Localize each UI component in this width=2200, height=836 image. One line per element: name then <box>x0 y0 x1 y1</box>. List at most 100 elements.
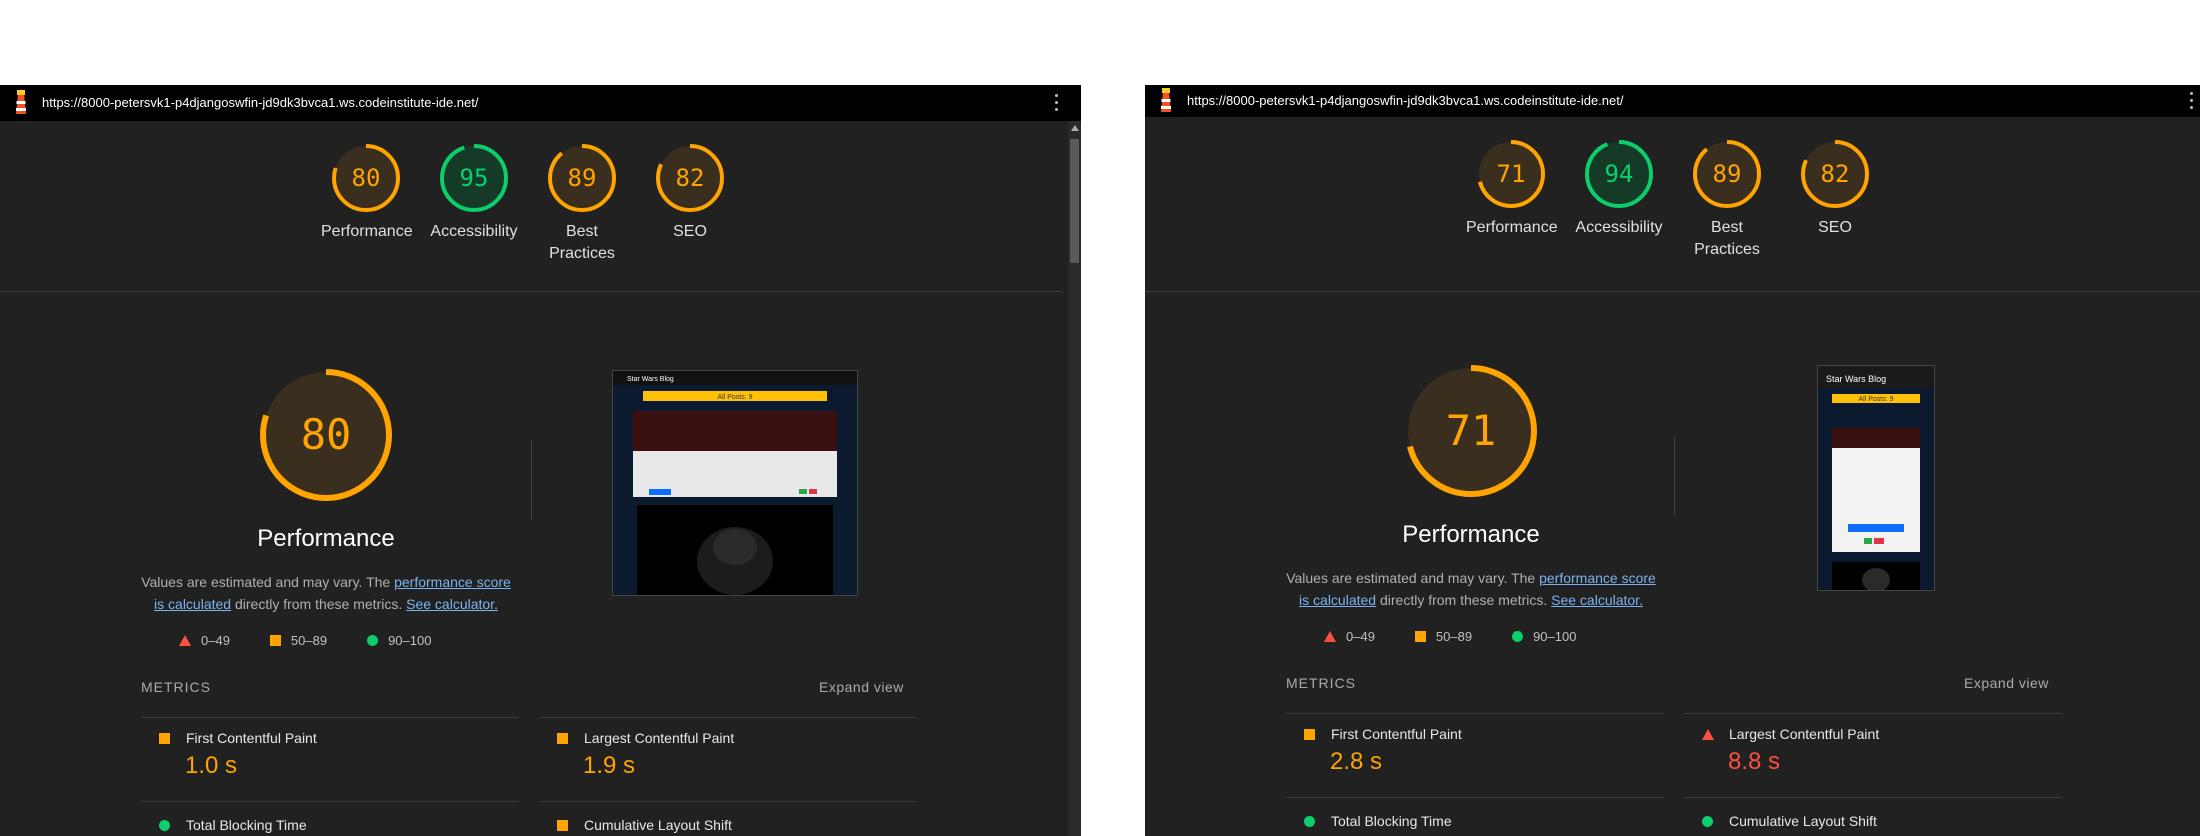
gauge-best-practices[interactable]: 89 Best Practices <box>528 141 636 265</box>
more-options-icon[interactable] <box>1055 94 1059 113</box>
metric-cumulative-layout-shift: Cumulative Layout Shift <box>1702 813 2072 829</box>
pass-circle-icon <box>1512 631 1524 642</box>
scrollbar-thumb[interactable] <box>1070 139 1079 263</box>
report-panel-mobile: https://8000-petersvk1-p4djangoswfin-jd9… <box>1145 85 2200 836</box>
expand-view-button[interactable]: Expand view <box>1964 675 2049 691</box>
metrics-heading: METRICS <box>1286 675 1356 691</box>
page-screenshot-thumbnail[interactable]: Star Wars Blog All Posts: 9 <box>1817 365 1935 591</box>
gauge-ring: 89 <box>548 144 616 212</box>
gauge-label: SEO <box>1818 219 1852 236</box>
page-url[interactable]: https://8000-petersvk1-p4djangoswfin-jd9… <box>42 95 478 110</box>
metric-divider <box>1684 797 2062 798</box>
metric-value: 1.9 s <box>583 752 636 779</box>
gauge-ring: 71 <box>1477 140 1545 208</box>
url-bar: https://8000-petersvk1-p4djangoswfin-jd9… <box>0 85 1081 121</box>
metric-divider <box>539 801 917 802</box>
divider <box>0 291 1062 292</box>
metric-largest-contentful-paint: Largest Contentful Paint 1.9 s <box>557 730 927 780</box>
gauge-label: Performance <box>1466 219 1558 236</box>
svg-text:All Posts: 9: All Posts: 9 <box>1858 396 1893 403</box>
metric-value: 2.8 s <box>1330 748 1383 775</box>
scroll-up-icon[interactable] <box>1071 125 1079 131</box>
gauge-accessibility[interactable]: 94 Accessibility <box>1565 137 1673 261</box>
gauge-seo[interactable]: 82 SEO <box>1781 137 1889 261</box>
average-square-icon <box>557 819 568 831</box>
gauge-label: Best Practices <box>549 223 615 262</box>
score-gauges: 71 Performance 94 Accessibility 89 Best … <box>1457 137 1889 261</box>
metric-first-contentful-paint: First Contentful Paint 2.8 s <box>1304 726 1674 776</box>
average-square-icon <box>159 732 170 744</box>
metric-total-blocking-time: Total Blocking Time <box>159 817 529 833</box>
svg-text:Star Wars Blog: Star Wars Blog <box>1826 374 1886 384</box>
pass-circle-icon <box>367 635 379 646</box>
scrollbar[interactable] <box>1068 121 1081 836</box>
gauge-ring: 89 <box>1693 140 1761 208</box>
score-legend: 0–49 50–89 90–100 <box>1324 629 1576 644</box>
screenshot-image: Star Wars Blog All Posts: 9 <box>1818 366 1934 590</box>
performance-score: 71 <box>1446 406 1497 455</box>
url-bar: https://8000-petersvk1-p4djangoswfin-jd9… <box>1145 85 2200 117</box>
gauge-performance[interactable]: 80 Performance <box>312 141 420 265</box>
gauge-ring: 95 <box>440 144 508 212</box>
performance-gauge-large: 71 <box>1405 365 1537 497</box>
performance-title: Performance <box>257 525 395 552</box>
lighthouse-icon <box>16 90 26 114</box>
metric-value: 1.0 s <box>185 752 238 779</box>
pass-circle-icon <box>1702 815 1713 827</box>
metric-divider <box>1286 797 1664 798</box>
performance-score: 80 <box>301 410 352 459</box>
metric-divider <box>141 801 519 802</box>
svg-text:Star Wars Blog: Star Wars Blog <box>627 376 674 383</box>
gauge-value: 71 <box>1497 160 1526 188</box>
gauge-ring: 82 <box>656 144 724 212</box>
gauge-label: SEO <box>673 223 707 240</box>
pass-circle-icon <box>159 819 170 831</box>
fail-triangle-icon <box>1702 728 1714 740</box>
average-square-icon <box>1414 631 1426 642</box>
gauge-label: Performance <box>321 223 413 240</box>
average-square-icon <box>557 732 568 744</box>
gauge-value: 82 <box>1821 160 1850 188</box>
vertical-divider <box>1674 436 1675 516</box>
gauge-accessibility[interactable]: 95 Accessibility <box>420 141 528 265</box>
performance-title: Performance <box>1402 521 1540 548</box>
gauge-value: 89 <box>568 164 597 192</box>
gauge-value: 95 <box>460 164 489 192</box>
lighthouse-icon <box>1161 88 1171 112</box>
see-calculator-link[interactable]: See calculator. <box>406 596 498 612</box>
gauge-value: 94 <box>1605 160 1634 188</box>
metrics-heading: METRICS <box>141 679 211 695</box>
svg-text:All Posts: 9: All Posts: 9 <box>717 394 752 401</box>
vertical-divider <box>531 440 532 520</box>
gauge-value: 80 <box>352 164 381 192</box>
average-square-icon <box>1304 728 1315 740</box>
page-url[interactable]: https://8000-petersvk1-p4djangoswfin-jd9… <box>1187 93 1623 108</box>
more-options-icon[interactable] <box>2190 92 2194 111</box>
gauge-ring: 94 <box>1585 140 1653 208</box>
metric-first-contentful-paint: First Contentful Paint 1.0 s <box>159 730 529 780</box>
metric-divider <box>539 717 917 718</box>
metric-value: 8.8 s <box>1728 748 1781 775</box>
performance-description: Values are estimated and may vary. The p… <box>141 574 511 612</box>
gauge-label: Accessibility <box>430 223 518 240</box>
score-gauges: 80 Performance 95 Accessibility 89 Best … <box>312 141 744 265</box>
pass-circle-icon <box>1304 815 1315 827</box>
performance-description: Values are estimated and may vary. The p… <box>1286 570 1656 608</box>
gauge-performance[interactable]: 71 Performance <box>1457 137 1565 261</box>
page-screenshot-thumbnail[interactable]: Star Wars Blog All Posts: 9 <box>612 370 858 596</box>
report-panel-desktop: https://8000-petersvk1-p4djangoswfin-jd9… <box>0 85 1081 836</box>
average-square-icon <box>269 635 281 646</box>
gauge-best-practices[interactable]: 89 Best Practices <box>1673 137 1781 261</box>
metric-total-blocking-time: Total Blocking Time <box>1304 813 1674 829</box>
metric-divider <box>141 717 519 718</box>
gauge-ring: 82 <box>1801 140 1869 208</box>
metric-largest-contentful-paint: Largest Contentful Paint 8.8 s <box>1702 726 2072 776</box>
metric-cumulative-layout-shift: Cumulative Layout Shift <box>557 817 927 833</box>
gauge-seo[interactable]: 82 SEO <box>636 141 744 265</box>
gauge-label: Accessibility <box>1575 219 1663 236</box>
see-calculator-link[interactable]: See calculator. <box>1551 592 1643 608</box>
gauge-value: 82 <box>676 164 705 192</box>
expand-view-button[interactable]: Expand view <box>819 679 904 695</box>
score-legend: 0–49 50–89 90–100 <box>179 633 431 648</box>
metric-divider <box>1684 713 2062 714</box>
